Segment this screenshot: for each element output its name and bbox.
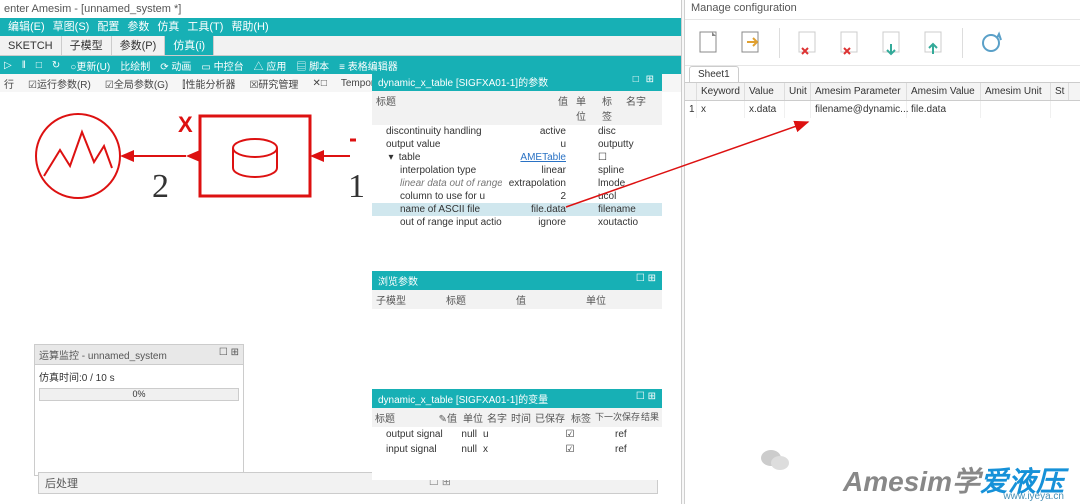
btn-update[interactable]: ○更新(U) (70, 58, 110, 73)
var-row[interactable]: output signalnullu☑ref (372, 427, 662, 442)
btn-perf-analyzer[interactable]: ⫿性能分析器 (182, 76, 235, 91)
var-panel-header: dynamic_x_table [SIGFXA01-1]的变量 ☐ ⊞ (372, 389, 662, 408)
lbl-row: 行 (4, 76, 14, 91)
menu-params[interactable]: 参数 (123, 18, 153, 36)
mode-tabs: SKETCH 子模型 参数(P) 仿真(i) (0, 36, 681, 56)
btn-plot[interactable]: 比绘制 (120, 58, 150, 73)
param-table-header: 标题 值 单位 标签 名字 (372, 91, 662, 125)
browse-tools[interactable]: ☐ ⊞ (636, 273, 656, 288)
wechat-icon (760, 447, 790, 476)
chk-global-params[interactable]: ☑全局参数(G) (105, 76, 168, 91)
btn-study-mgr[interactable]: ☒研究管理 (249, 76, 298, 91)
btn-console[interactable]: ▭ 中控台 (201, 58, 243, 73)
config-title: Manage configuration (685, 0, 1080, 20)
menu-help[interactable]: 帮助(H) (227, 18, 272, 36)
simulation-monitor-panel: 运算监控 - unnamed_system☐ ⊞ 仿真时间:0 / 10 s 0… (34, 344, 244, 476)
watermark-url: www.iyeya.cn (1003, 491, 1064, 502)
new-sheet-icon[interactable] (695, 28, 723, 58)
diagram: X 2 1 (30, 106, 360, 209)
btn-app[interactable]: △ 应用 (254, 58, 287, 73)
btn-table-editor[interactable]: ≡ 表格编辑器 (339, 58, 398, 73)
config-row-1[interactable]: 1 x x.data filename@dynamic... file.data (685, 101, 1080, 118)
param-row[interactable]: discontinuity handlingactivedisc (372, 125, 662, 138)
param-row[interactable]: interpolation typelinearspline (372, 164, 662, 177)
btn-anim[interactable]: ⟳ 动画 (160, 58, 191, 73)
refresh-icon[interactable] (977, 28, 1005, 58)
delete-icon[interactable] (794, 28, 822, 58)
btn-pause[interactable]: ‖ (22, 60, 26, 71)
param-row[interactable]: out of range input actionignorexoutactio (372, 216, 662, 229)
menu-config[interactable]: 配置 (93, 18, 123, 36)
param-row[interactable]: ▾ tableAMETable☐ (372, 151, 662, 164)
param-row[interactable]: name of ASCII filefile.datafilename (372, 203, 662, 216)
window-title: enter Amesim - [unnamed_system *] (0, 0, 681, 18)
port-number-2: 2 (152, 168, 169, 206)
menu-edit[interactable]: 编辑(E) (4, 18, 49, 36)
menu-bar: 编辑(E) 草图(S) 配置 参数 仿真 工具(T) 帮助(H) (0, 18, 681, 36)
tab-simulation[interactable]: 仿真(i) (165, 36, 214, 55)
var-tools[interactable]: ☐ ⊞ (636, 391, 656, 406)
tab-sketch[interactable]: SKETCH (0, 36, 62, 55)
delete-row-icon[interactable] (836, 28, 864, 58)
config-grid-header: Keyword Value Unit Amesim Parameter Ames… (685, 82, 1080, 101)
port-number-1: 1 (348, 168, 365, 206)
sheet-tab[interactable]: Sheet1 (689, 66, 739, 82)
sync-up-icon[interactable] (920, 28, 948, 58)
var-row[interactable]: input signalnullx☑ref (372, 442, 662, 457)
monitor-title: 运算监控 - unnamed_system☐ ⊞ (35, 345, 243, 365)
browse-panel-header: 浏览参数 ☐ ⊞ (372, 271, 662, 290)
tab-submodel[interactable]: 子模型 (62, 36, 112, 55)
param-row[interactable]: linear data out of rangeextrapolationlmo… (372, 177, 662, 190)
chk-run-params[interactable]: ☑运行参数(R) (28, 76, 91, 91)
btn-script[interactable]: ▤ 脚本 (296, 58, 329, 73)
btn-stop[interactable]: □ (36, 60, 42, 71)
param-row[interactable]: output valueuoutputty (372, 138, 662, 151)
tab-parameters[interactable]: 参数(P) (112, 36, 166, 55)
var-table-header: 标题 ✎值 单位 名字 时间 已保存 标签 下一次保存 结果 (372, 408, 662, 427)
sync-down-icon[interactable] (878, 28, 906, 58)
btn-reset[interactable]: ↻ (52, 60, 60, 71)
progress-bar: 0% (39, 388, 239, 401)
menu-sketch[interactable]: 草图(S) (49, 18, 94, 36)
manage-configuration-window: Manage configuration Sheet1 Keyword Valu… (684, 0, 1080, 504)
panel-tools[interactable]: □ ⊞ (633, 74, 656, 89)
menu-sim[interactable]: 仿真 (153, 18, 183, 36)
param-row[interactable]: column to use for u2ucol (372, 190, 662, 203)
import-icon[interactable] (737, 28, 765, 58)
btn-run[interactable]: ▷ (4, 60, 12, 71)
sim-time-label: 仿真时间:0 / 10 s (39, 369, 239, 384)
param-table-body: discontinuity handlingactivedisc output … (372, 125, 662, 229)
port-x-label: X (178, 112, 193, 137)
model-diagram-svg: X (30, 106, 360, 206)
config-toolbar (685, 20, 1080, 66)
menu-tools[interactable]: 工具(T) (183, 18, 227, 36)
monitor-tools[interactable]: ☐ ⊞ (219, 347, 239, 358)
param-panel-header: dynamic_x_table [SIGFXA01-1]的参数 □ ⊞ (372, 72, 662, 91)
btn-close-x[interactable]: ✕□ (312, 78, 326, 89)
sketch-canvas[interactable]: X 2 1 运算监控 - unnamed_system☐ ⊞ 仿真时间:0 / … (0, 92, 372, 412)
